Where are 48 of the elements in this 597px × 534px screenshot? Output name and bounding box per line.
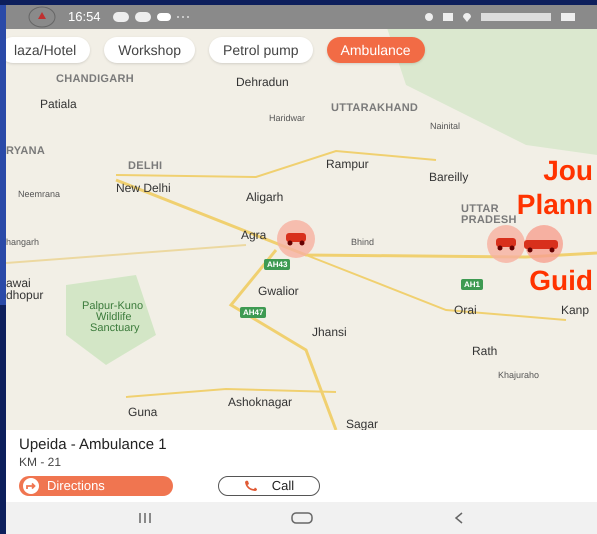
map-place-label: dhopur: [6, 288, 44, 304]
map-place-label: Kanp: [561, 302, 590, 319]
map-place-label: PRADESH: [461, 213, 517, 228]
map-place-label: Bhind: [351, 236, 374, 249]
map-place-label: Sanctuary: [90, 323, 140, 334]
map-place-label: Nainital: [430, 120, 460, 133]
battery-icon: [561, 13, 575, 21]
map-place-label: Bareilly: [429, 169, 468, 186]
notification-icon: [156, 13, 171, 21]
notification-icon: [134, 12, 151, 22]
phone-icon: [244, 480, 258, 492]
map-place-label: Palpur-Kuno: [82, 301, 144, 312]
slide-heading-text: Jou: [543, 155, 593, 187]
map-place-label: awai: [6, 275, 31, 290]
notification-icon: [112, 12, 129, 22]
map-place-label: Jhansi: [312, 324, 347, 341]
slide-heading-text: Plann: [516, 189, 593, 221]
filter-chip[interactable]: Petrol pump: [209, 37, 313, 63]
map-place-label: Guna: [128, 404, 158, 421]
call-button[interactable]: Call: [218, 476, 320, 496]
filter-chip[interactable]: Workshop: [104, 37, 196, 63]
map-place-label: UTTAR: [461, 202, 499, 215]
map-place-label: Dehradun: [236, 74, 289, 91]
map-place-label: Patiala: [40, 96, 77, 113]
location-icon: [463, 12, 471, 22]
map-place-label: UTTARAKHAND: [331, 101, 418, 116]
map-place-label: Haridwar: [269, 112, 306, 125]
map-place-label: Rath: [472, 343, 498, 360]
map-place-label: Gwalior: [258, 283, 299, 300]
map-place-label: Wildlife: [96, 312, 132, 323]
highway-shield: AH1: [461, 279, 484, 290]
map-place-label: Rampur: [326, 156, 369, 173]
slide-heading-text: Guid: [529, 265, 593, 297]
highway-shield: AH47: [240, 307, 266, 318]
map-place-label: Neemrana: [18, 188, 60, 201]
clock-time: 16:54: [68, 8, 101, 26]
map-place-label: RYANA: [6, 144, 46, 159]
highway-shield: AH43: [264, 259, 290, 270]
map-place-label: CHANDIGARH: [56, 72, 134, 87]
map-place-label: Ashoknagar: [228, 394, 292, 411]
card-title: Upeida - Ambulance 1: [19, 436, 168, 454]
map-place-label: DELHI: [128, 159, 162, 174]
map-place-label: Khajuraho: [498, 369, 540, 382]
distance-text: KM - 21: [19, 454, 62, 470]
filter-chip[interactable]: laza/Hotel: [6, 37, 90, 63]
home-icon[interactable]: [290, 511, 314, 525]
map-place-label: hangarh: [6, 236, 40, 249]
map-place-label: Aligarh: [246, 189, 284, 206]
